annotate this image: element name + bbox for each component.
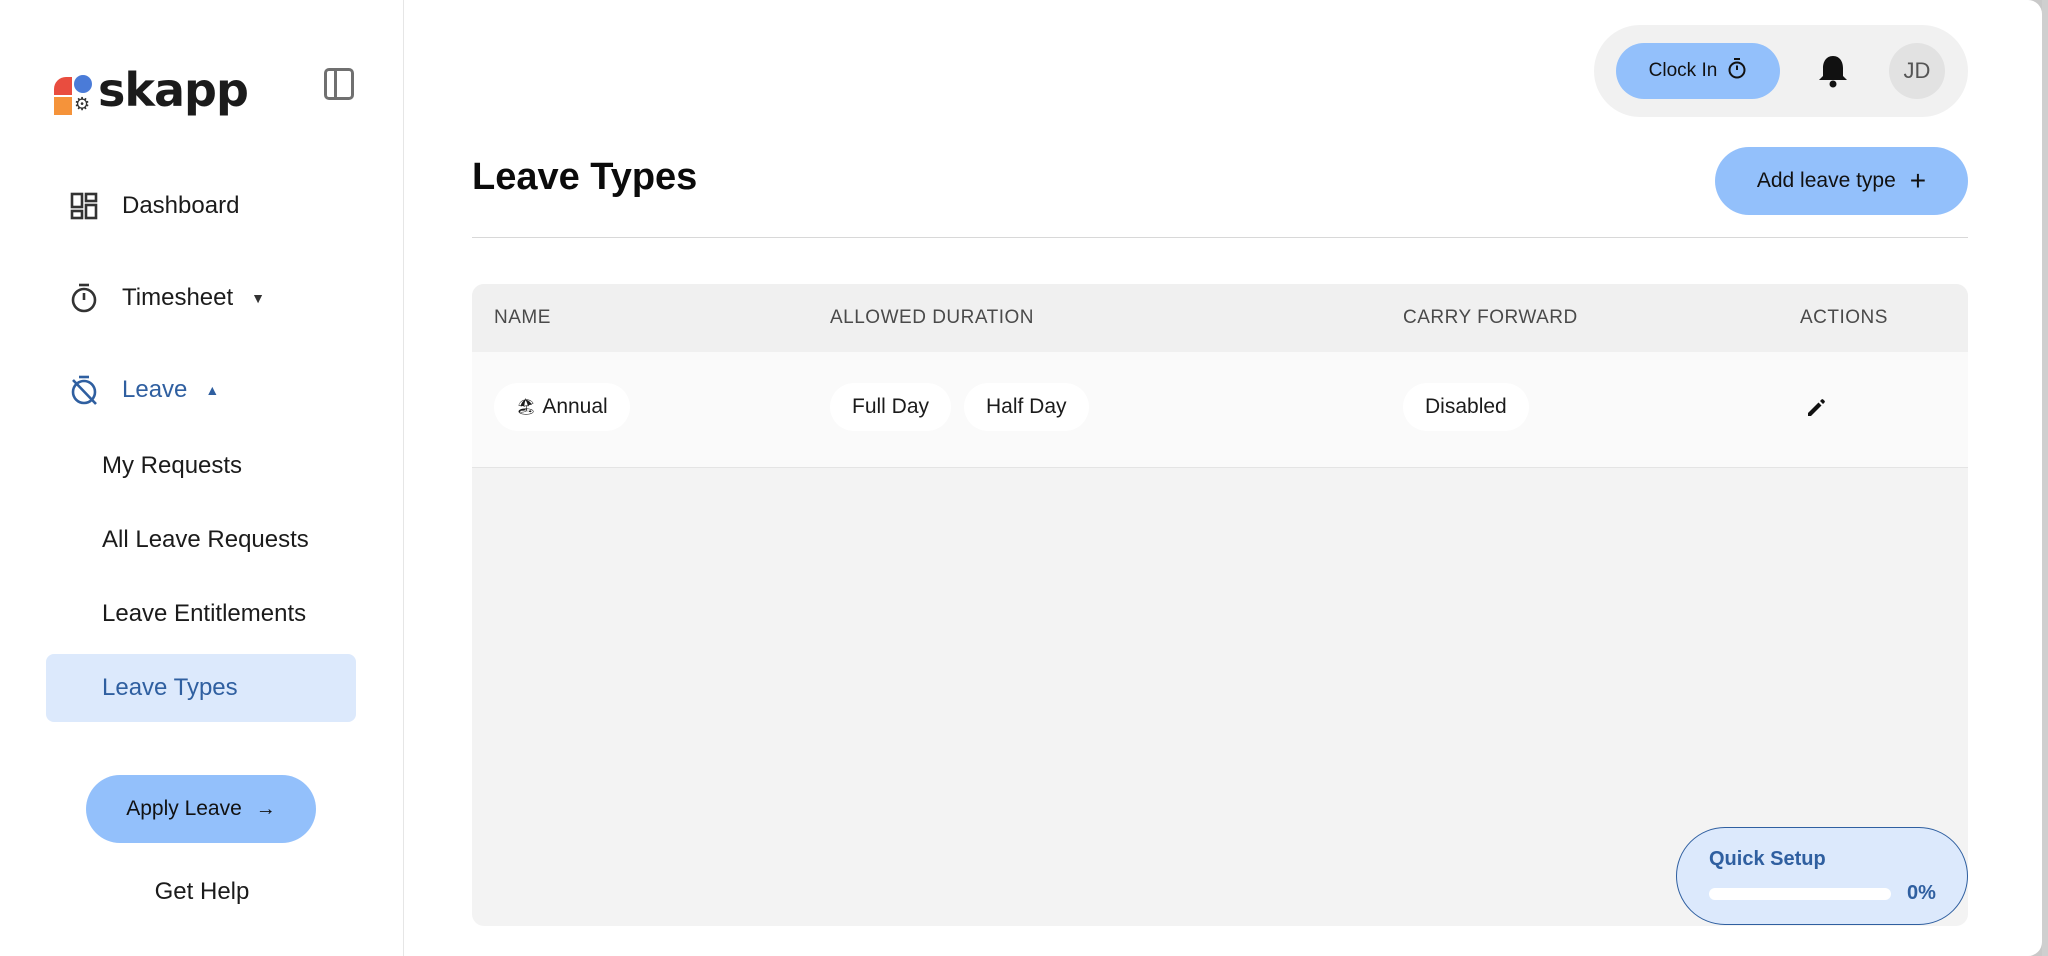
quick-setup-percent: 0%: [1907, 882, 1936, 904]
sidebar: ⚙ skapp Dashboard Timesheet ▼ Leave ▲ My…: [0, 0, 404, 956]
quick-setup-widget[interactable]: Quick Setup 0%: [1676, 827, 1968, 925]
sidebar-item-leave[interactable]: Leave ▲: [68, 368, 219, 412]
duration-chip-half-day: Half Day: [964, 383, 1089, 431]
column-header-name: NAME: [494, 307, 551, 328]
caret-up-icon: ▲: [205, 382, 220, 398]
sidebar-item-label: Timesheet: [122, 284, 234, 311]
stopwatch-icon: [1727, 57, 1747, 85]
sidebar-subitem-all-leave-requests[interactable]: All Leave Requests: [46, 506, 356, 574]
apply-leave-button[interactable]: Apply Leave →: [86, 775, 316, 843]
top-action-bar: Clock In JD: [1594, 25, 1968, 117]
sidebar-item-dashboard[interactable]: Dashboard: [68, 184, 239, 228]
sidebar-subitem-my-requests[interactable]: My Requests: [46, 432, 356, 500]
sidebar-item-timesheet[interactable]: Timesheet ▼: [68, 276, 265, 320]
avatar[interactable]: JD: [1889, 43, 1945, 99]
notification-bell-icon[interactable]: [1816, 53, 1850, 89]
page-title: Leave Types: [472, 156, 698, 198]
sidebar-subitem-leave-types[interactable]: Leave Types: [46, 654, 356, 722]
column-header-allowed-duration: ALLOWED DURATION: [830, 307, 1035, 328]
dashboard-icon: [68, 190, 100, 222]
leave-icon: [68, 374, 100, 406]
sidebar-item-label: Dashboard: [122, 192, 240, 219]
clock-in-label: Clock In: [1648, 60, 1718, 81]
sidebar-subitem-leave-entitlements[interactable]: Leave Entitlements: [46, 580, 356, 648]
table-row[interactable]: 🏖 Annual Full Day Half Day Disabled: [472, 352, 1968, 468]
caret-down-icon: ▼: [251, 290, 266, 306]
sidebar-collapse-icon[interactable]: [324, 68, 354, 100]
add-leave-type-label: Add leave type: [1756, 169, 1896, 192]
edit-pencil-icon[interactable]: [1804, 396, 1828, 420]
get-help-link[interactable]: Get Help: [0, 878, 404, 906]
brand-logo[interactable]: ⚙ skapp: [54, 62, 249, 118]
carry-forward-chip: Disabled: [1403, 383, 1529, 431]
duration-chip-full-day: Full Day: [830, 383, 952, 431]
column-header-actions: ACTIONS: [1800, 307, 1888, 328]
column-header-carry-forward: CARRY FORWARD: [1403, 307, 1578, 328]
table-header: NAME ALLOWED DURATION CARRY FORWARD ACTI…: [472, 284, 1968, 352]
quick-setup-progress-bar: [1709, 888, 1891, 900]
apply-leave-label: Apply Leave: [126, 797, 242, 820]
arrow-right-icon: →: [255, 797, 276, 820]
window-edge: [2042, 0, 2048, 956]
app-window: ⚙ skapp Dashboard Timesheet ▼ Leave ▲ My…: [0, 0, 2042, 956]
clock-in-button[interactable]: Clock In: [1616, 43, 1780, 99]
leave-type-emoji: 🏖: [516, 399, 537, 416]
add-leave-type-button[interactable]: Add leave type +: [1715, 147, 1968, 215]
leave-type-name: Annual: [542, 395, 608, 418]
leave-type-name-chip: 🏖 Annual: [494, 383, 630, 431]
brand-name: skapp: [98, 63, 249, 117]
plus-icon: +: [1909, 165, 1927, 196]
header-divider: [472, 237, 1968, 238]
logo-mark-icon: ⚙: [54, 67, 94, 115]
quick-setup-label: Quick Setup: [1709, 848, 1826, 870]
stopwatch-icon: [68, 282, 100, 314]
sidebar-item-label: Leave: [122, 376, 188, 403]
